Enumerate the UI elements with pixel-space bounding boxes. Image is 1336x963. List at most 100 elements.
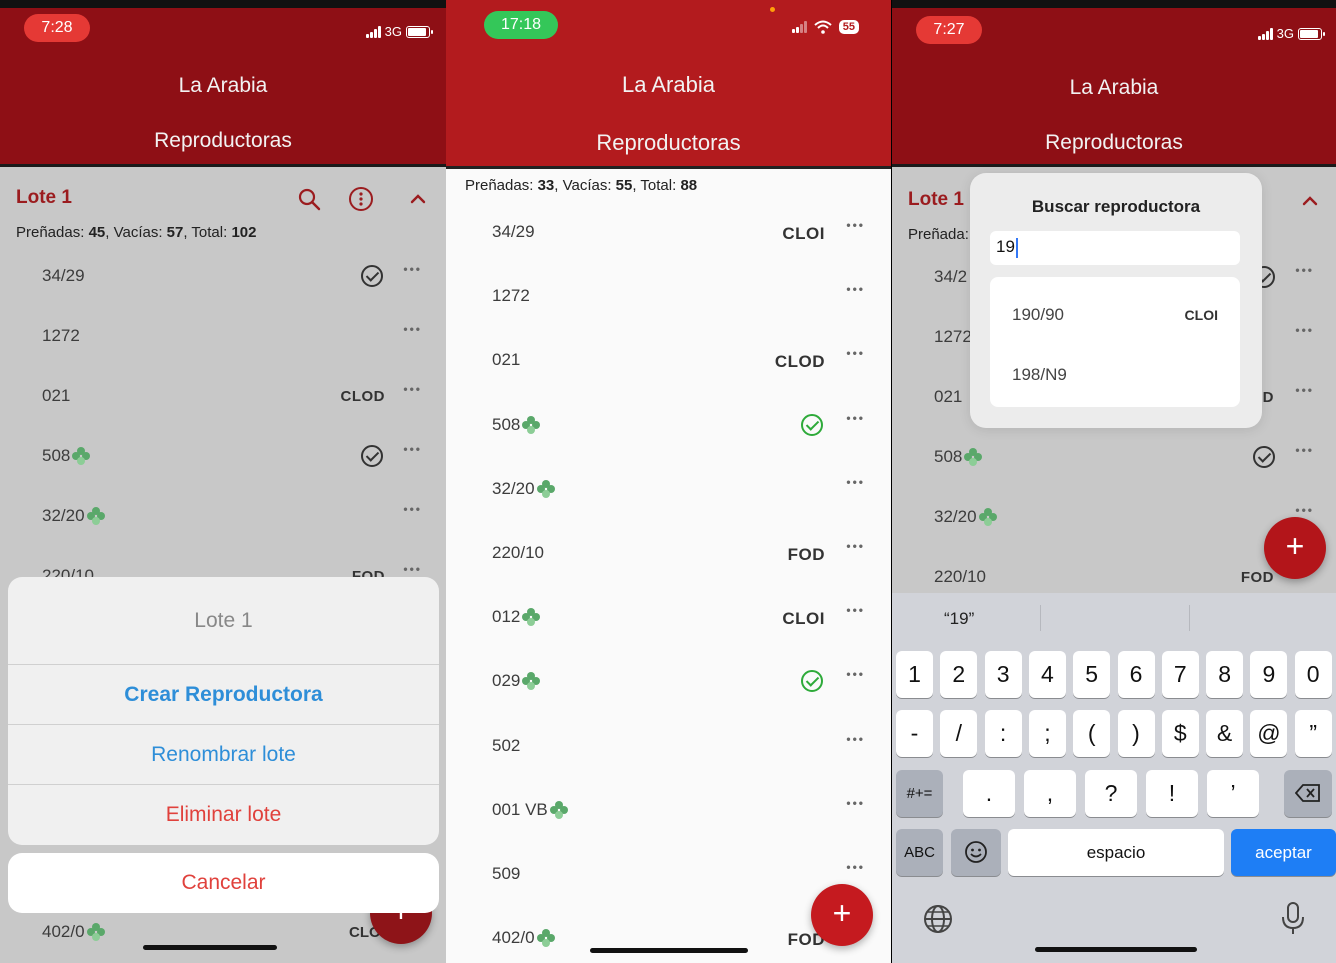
more-options-icon[interactable]: •••: [403, 442, 422, 456]
more-options-icon[interactable]: •••: [403, 502, 422, 516]
globe-icon[interactable]: [923, 904, 953, 934]
key[interactable]: 0: [1294, 651, 1332, 698]
search-icon[interactable]: [297, 187, 321, 211]
more-options-icon[interactable]: •••: [846, 732, 865, 746]
clover-icon: [964, 448, 983, 466]
key[interactable]: 5: [1073, 651, 1111, 698]
key[interactable]: !: [1146, 770, 1198, 817]
create-reproductora-button[interactable]: Crear Reproductora: [8, 664, 439, 724]
dialog-title: Buscar reproductora: [1031, 197, 1201, 216]
more-options-icon[interactable]: •••: [846, 603, 865, 617]
chevron-up-icon[interactable]: [1301, 194, 1319, 208]
home-indicator[interactable]: [590, 948, 748, 953]
space-key[interactable]: espacio: [1008, 829, 1224, 876]
key[interactable]: 4: [1028, 651, 1066, 698]
more-options-icon[interactable]: •••: [846, 796, 865, 810]
key[interactable]: 7: [1161, 651, 1199, 698]
key[interactable]: @: [1250, 710, 1288, 757]
suggestion-item[interactable]: “19”: [944, 609, 974, 629]
rename-lote-button[interactable]: Renombrar lote: [8, 724, 439, 784]
key[interactable]: 8: [1206, 651, 1244, 698]
list-item[interactable]: 508 •••: [892, 427, 1336, 487]
more-options-icon[interactable]: •••: [846, 539, 865, 553]
more-options-icon[interactable]: •••: [403, 322, 422, 336]
key[interactable]: -: [896, 710, 933, 757]
home-indicator[interactable]: [143, 945, 277, 950]
list-item[interactable]: 32/20 •••: [446, 457, 891, 521]
more-options-icon[interactable]: •••: [403, 262, 422, 276]
more-options-icon[interactable]: •••: [1295, 503, 1314, 517]
add-button[interactable]: +: [1264, 517, 1326, 579]
more-options-icon[interactable]: •••: [1295, 383, 1314, 397]
list-item[interactable]: 502 •••: [446, 714, 891, 778]
more-options-icon[interactable]: •••: [846, 346, 865, 360]
key[interactable]: .: [963, 770, 1015, 817]
key[interactable]: ?: [1085, 770, 1137, 817]
key[interactable]: 2: [940, 651, 978, 698]
more-options-icon[interactable]: •••: [403, 562, 422, 576]
more-options-icon[interactable]: •••: [1295, 263, 1314, 277]
key[interactable]: :: [984, 710, 1022, 757]
more-options-icon[interactable]: •••: [846, 860, 865, 874]
key[interactable]: &: [1206, 710, 1244, 757]
app-header: 17:18 55 La Arabia Reproductoras: [446, 0, 891, 169]
list-item[interactable]: 029 •••: [446, 649, 891, 713]
row-code: 32/20: [42, 506, 105, 526]
status-time: 17:18: [484, 11, 558, 39]
key[interactable]: $: [1161, 710, 1199, 757]
list-item[interactable]: 34/29 CLOI •••: [446, 200, 891, 264]
list-item[interactable]: 508 •••: [0, 426, 446, 486]
more-options-icon[interactable]: •••: [846, 667, 865, 681]
info-icon[interactable]: [348, 186, 374, 212]
key-abc[interactable]: ABC: [896, 829, 943, 876]
more-options-icon[interactable]: •••: [1295, 323, 1314, 337]
delete-lote-button[interactable]: Eliminar lote: [8, 784, 439, 844]
lote-title[interactable]: Lote 1: [908, 189, 964, 211]
key[interactable]: 6: [1117, 651, 1155, 698]
row-code: 32/20: [492, 479, 555, 499]
add-button[interactable]: +: [811, 884, 873, 946]
cancel-button[interactable]: Cancelar: [8, 853, 439, 913]
list-item[interactable]: 021 CLOD •••: [0, 366, 446, 426]
row-code: 012: [492, 607, 541, 627]
list-item[interactable]: 32/20 •••: [0, 486, 446, 546]
list-item[interactable]: 001 VB •••: [446, 778, 891, 842]
more-options-icon[interactable]: •••: [403, 382, 422, 396]
list-item[interactable]: 021 CLOD •••: [446, 328, 891, 392]
key-more-symbols[interactable]: #+=: [896, 770, 943, 817]
key[interactable]: ,: [1024, 770, 1076, 817]
search-input[interactable]: 19: [990, 231, 1240, 265]
accept-key[interactable]: aceptar: [1231, 829, 1336, 876]
search-result-item[interactable]: 190/90 CLOI: [990, 283, 1240, 343]
search-result-item[interactable]: 198/N9: [990, 343, 1240, 403]
key[interactable]: ”: [1294, 710, 1332, 757]
list-item[interactable]: 34/29 •••: [0, 246, 446, 306]
list-item[interactable]: 220/10 FOD •••: [446, 521, 891, 585]
chevron-up-icon[interactable]: [409, 192, 427, 206]
row-code: 34/29: [492, 222, 535, 241]
more-options-icon[interactable]: •••: [846, 475, 865, 489]
key[interactable]: 3: [984, 651, 1022, 698]
row-code: 001 VB: [492, 800, 568, 820]
more-options-icon[interactable]: •••: [846, 282, 865, 296]
home-indicator[interactable]: [1035, 947, 1197, 952]
more-options-icon[interactable]: •••: [1295, 443, 1314, 457]
key[interactable]: ’: [1207, 770, 1259, 817]
mic-icon[interactable]: [1281, 902, 1305, 936]
lote-title[interactable]: Lote 1: [16, 187, 72, 209]
key[interactable]: ;: [1028, 710, 1066, 757]
emoji-key[interactable]: [951, 829, 1001, 876]
key[interactable]: 1: [896, 651, 933, 698]
key[interactable]: (: [1073, 710, 1111, 757]
list-item[interactable]: 012 CLOI •••: [446, 585, 891, 649]
list-item[interactable]: 1272 •••: [446, 264, 891, 328]
more-options-icon[interactable]: •••: [846, 411, 865, 425]
backspace-key[interactable]: [1284, 770, 1332, 817]
key[interactable]: ): [1117, 710, 1155, 757]
key[interactable]: 9: [1250, 651, 1288, 698]
list-item[interactable]: 508 •••: [446, 393, 891, 457]
text-caret: [1015, 237, 1018, 258]
key[interactable]: /: [940, 710, 978, 757]
more-options-icon[interactable]: •••: [846, 218, 865, 232]
list-item[interactable]: 1272 •••: [0, 306, 446, 366]
